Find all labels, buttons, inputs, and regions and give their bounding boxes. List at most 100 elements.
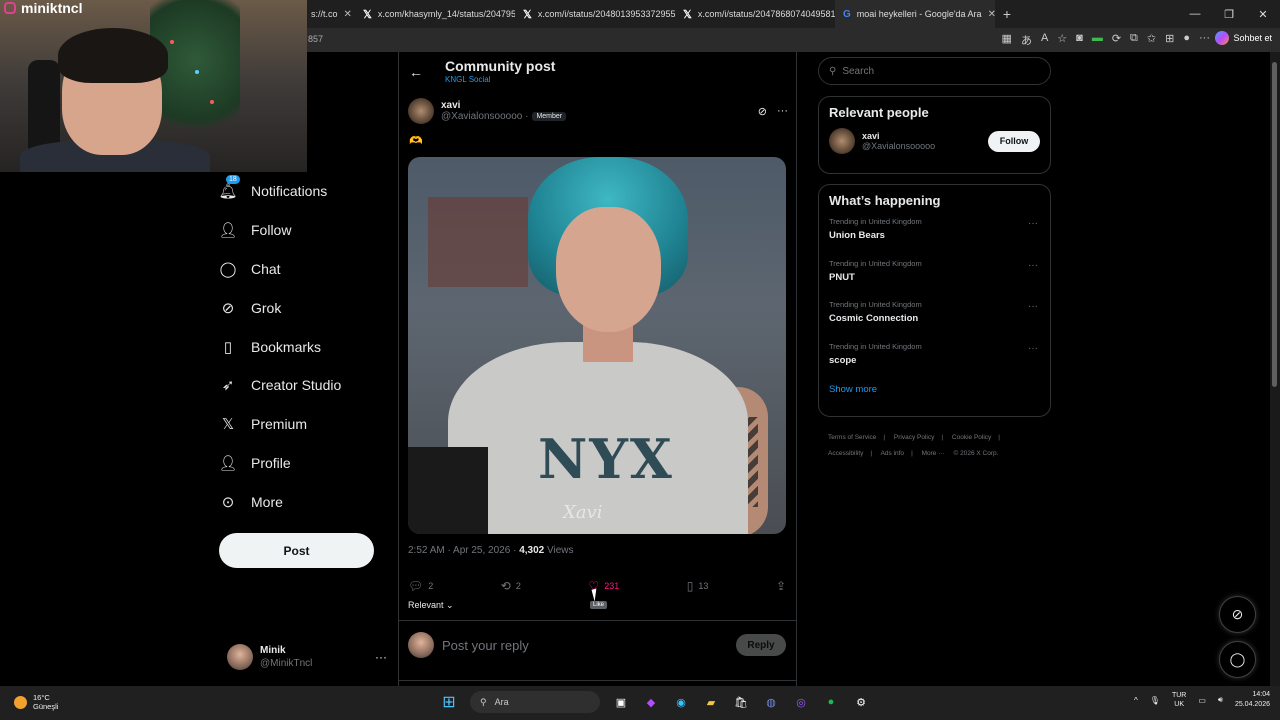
close-icon[interactable]: ✕ xyxy=(988,9,995,20)
close-window-icon[interactable]: ✕ xyxy=(1246,0,1280,28)
spotify-icon[interactable]: ● xyxy=(822,693,840,711)
bookmark-button[interactable]: ▯ 13 xyxy=(687,577,709,595)
edge-icon[interactable]: ◉ xyxy=(672,693,690,711)
extension-green-icon[interactable]: ▬ xyxy=(1092,32,1103,48)
person-name[interactable]: xavi xyxy=(862,131,935,141)
search-input[interactable]: ⚲ Search xyxy=(818,57,1051,85)
nav-notifications[interactable]: 🔔︎ 18 Notifications xyxy=(218,172,399,211)
person-row[interactable]: xavi @Xavialonsooooo Follow xyxy=(819,124,1050,158)
settings-more-icon[interactable]: ··· xyxy=(1199,32,1210,48)
nav-follow[interactable]: 👤︎ Follow xyxy=(218,211,399,250)
trend-item[interactable]: Trending in United Kingdom Cosmic Connec… xyxy=(819,295,1050,337)
split-screen-icon[interactable]: ⧉ xyxy=(1130,32,1138,48)
browser-tab-4[interactable]: G moai heykelleri - Google'da Ara ✕ xyxy=(835,0,995,28)
reply-input[interactable]: Post your reply xyxy=(442,638,529,653)
language-indicator[interactable]: TUR UK xyxy=(1172,691,1186,709)
nav-premium[interactable]: 𝕏 Premium xyxy=(219,405,399,444)
discord-icon[interactable]: ◍ xyxy=(762,693,780,711)
footer-link[interactable]: Accessibility xyxy=(828,450,863,457)
store-icon[interactable]: 🛍︎ xyxy=(732,693,750,711)
post-button[interactable]: Post xyxy=(219,533,374,568)
trend-item[interactable]: Trending in United Kingdom scope ··· xyxy=(819,337,1050,379)
favorites-icon[interactable]: ✩ xyxy=(1147,32,1156,48)
browser-tab-2[interactable]: 𝕏 x.com/i/status/20480139533729558 xyxy=(515,0,675,28)
extension-icon[interactable]: ◙ xyxy=(1076,32,1083,48)
trend-name: PNUT xyxy=(829,271,855,283)
minimize-icon[interactable]: — xyxy=(1178,0,1212,28)
copilot-icon[interactable]: ◆ xyxy=(642,693,660,711)
url-text[interactable]: 857 xyxy=(308,34,323,44)
grok-fab[interactable]: ⊘ xyxy=(1219,596,1256,633)
more-dots-icon[interactable]: ··· xyxy=(777,105,788,118)
browser-tab-1[interactable]: 𝕏 x.com/khasymly_14/status/204795 ✕ xyxy=(355,0,515,28)
repost-button[interactable]: ⟲ 2 xyxy=(501,577,521,595)
monitor-icon[interactable]: ▭ xyxy=(1198,696,1206,705)
nav-grok[interactable]: ⊘ Grok xyxy=(219,288,399,327)
chevron-up-icon[interactable]: ^ xyxy=(1134,696,1138,705)
task-view-icon[interactable]: ▣ xyxy=(612,693,630,711)
profile-icon[interactable]: ● xyxy=(1183,32,1190,48)
collections-icon[interactable]: ⊞ xyxy=(1165,32,1174,48)
trend-item[interactable]: Trending in United Kingdom Union Bears ·… xyxy=(819,212,1050,254)
share-button[interactable]: ⇪ xyxy=(776,577,786,595)
footer-link[interactable]: More ··· xyxy=(922,450,945,457)
file-explorer-icon[interactable]: ▰ xyxy=(702,693,720,711)
reply-button[interactable]: 💬︎ 2 xyxy=(408,577,433,595)
volume-icon[interactable]: 🔊︎ xyxy=(1218,695,1223,705)
favorite-icon[interactable]: ☆ xyxy=(1057,32,1067,48)
scrollbar-thumb[interactable] xyxy=(1272,62,1277,387)
scrollbar[interactable] xyxy=(1270,52,1280,686)
nav-more[interactable]: ⊙ More xyxy=(219,482,399,521)
grok-icon[interactable]: ⊘ xyxy=(758,105,767,118)
more-dots-icon[interactable]: ··· xyxy=(375,650,387,664)
back-arrow-icon[interactable]: ← xyxy=(409,64,423,80)
translate-icon[interactable]: あ xyxy=(1021,32,1032,48)
read-aloud-icon[interactable]: A xyxy=(1041,32,1048,48)
more-dots-icon[interactable]: ··· xyxy=(1028,343,1038,354)
nav-creator-studio[interactable]: ➶ Creator Studio xyxy=(219,366,399,405)
microphone-icon[interactable]: 🎙︎ xyxy=(1150,696,1160,705)
show-more-link[interactable]: Show more xyxy=(819,378,1050,405)
reply-submit-button[interactable]: Reply xyxy=(736,634,786,656)
nav-bookmarks[interactable]: ▯ Bookmarks xyxy=(219,327,399,366)
browser-tab-3[interactable]: 𝕏 x.com/i/status/20478680740495818 xyxy=(675,0,835,28)
apps-icon[interactable]: ▦ xyxy=(1002,32,1012,48)
footer-link[interactable]: Terms of Service xyxy=(828,434,876,441)
nav-chat[interactable]: ◯ Chat xyxy=(219,250,399,289)
replies-sort-dropdown[interactable]: Relevant ⌄ xyxy=(408,600,454,611)
avatar[interactable] xyxy=(408,98,434,124)
window-controls: — ❐ ✕ xyxy=(1178,0,1280,28)
account-switcher[interactable]: Minik @MinikTncl ··· xyxy=(227,642,387,672)
nav-profile[interactable]: 👤︎ Profile xyxy=(218,444,399,483)
more-dots-icon[interactable]: ··· xyxy=(1028,301,1038,312)
copilot-button[interactable]: Sohbet et xyxy=(1215,31,1272,45)
weather-widget[interactable]: 16°C Güneşli xyxy=(14,693,58,711)
footer-link[interactable]: Cookie Policy xyxy=(952,434,991,441)
community-link[interactable]: KNGL Social xyxy=(445,75,491,84)
close-icon[interactable]: ✕ xyxy=(344,9,352,20)
footer-link[interactable]: Privacy Policy xyxy=(894,434,934,441)
more-dots-icon[interactable]: ··· xyxy=(1028,218,1038,229)
obs-icon[interactable]: ◎ xyxy=(792,693,810,711)
refresh-extension-icon[interactable]: ⟳ xyxy=(1112,32,1121,48)
author-handle[interactable]: @Xavialonsooooo xyxy=(441,111,522,122)
footer-link[interactable]: Ads info xyxy=(881,450,905,457)
avatar[interactable] xyxy=(829,128,855,154)
clock[interactable]: 14:04 25.04.2026 xyxy=(1235,690,1270,710)
new-tab-button[interactable]: + xyxy=(995,6,1019,22)
author-name[interactable]: xavi xyxy=(441,100,566,111)
google-logo-icon: G xyxy=(843,8,851,20)
windows-start-icon[interactable]: ⊞ xyxy=(440,693,458,711)
taskbar-search[interactable]: ⚲ Ara xyxy=(470,691,600,713)
follow-button[interactable]: Follow xyxy=(988,130,1040,152)
trend-item[interactable]: Trending in United Kingdom PNUT ··· xyxy=(819,254,1050,296)
chat-fab[interactable]: ◯ xyxy=(1219,641,1256,678)
post-timestamp[interactable]: 2:52 AM · Apr 25, 2026 · xyxy=(408,545,516,556)
trend-name: scope xyxy=(829,354,857,366)
steam-icon[interactable]: ⚙ xyxy=(852,693,870,711)
post-image[interactable]: NYX Xavi xyxy=(408,157,786,534)
more-dots-icon[interactable]: ··· xyxy=(1028,260,1038,271)
browser-tab-partial[interactable]: s://t.co ✕ xyxy=(307,0,355,28)
footer-separator: | xyxy=(870,450,873,457)
restore-icon[interactable]: ❐ xyxy=(1212,0,1246,28)
